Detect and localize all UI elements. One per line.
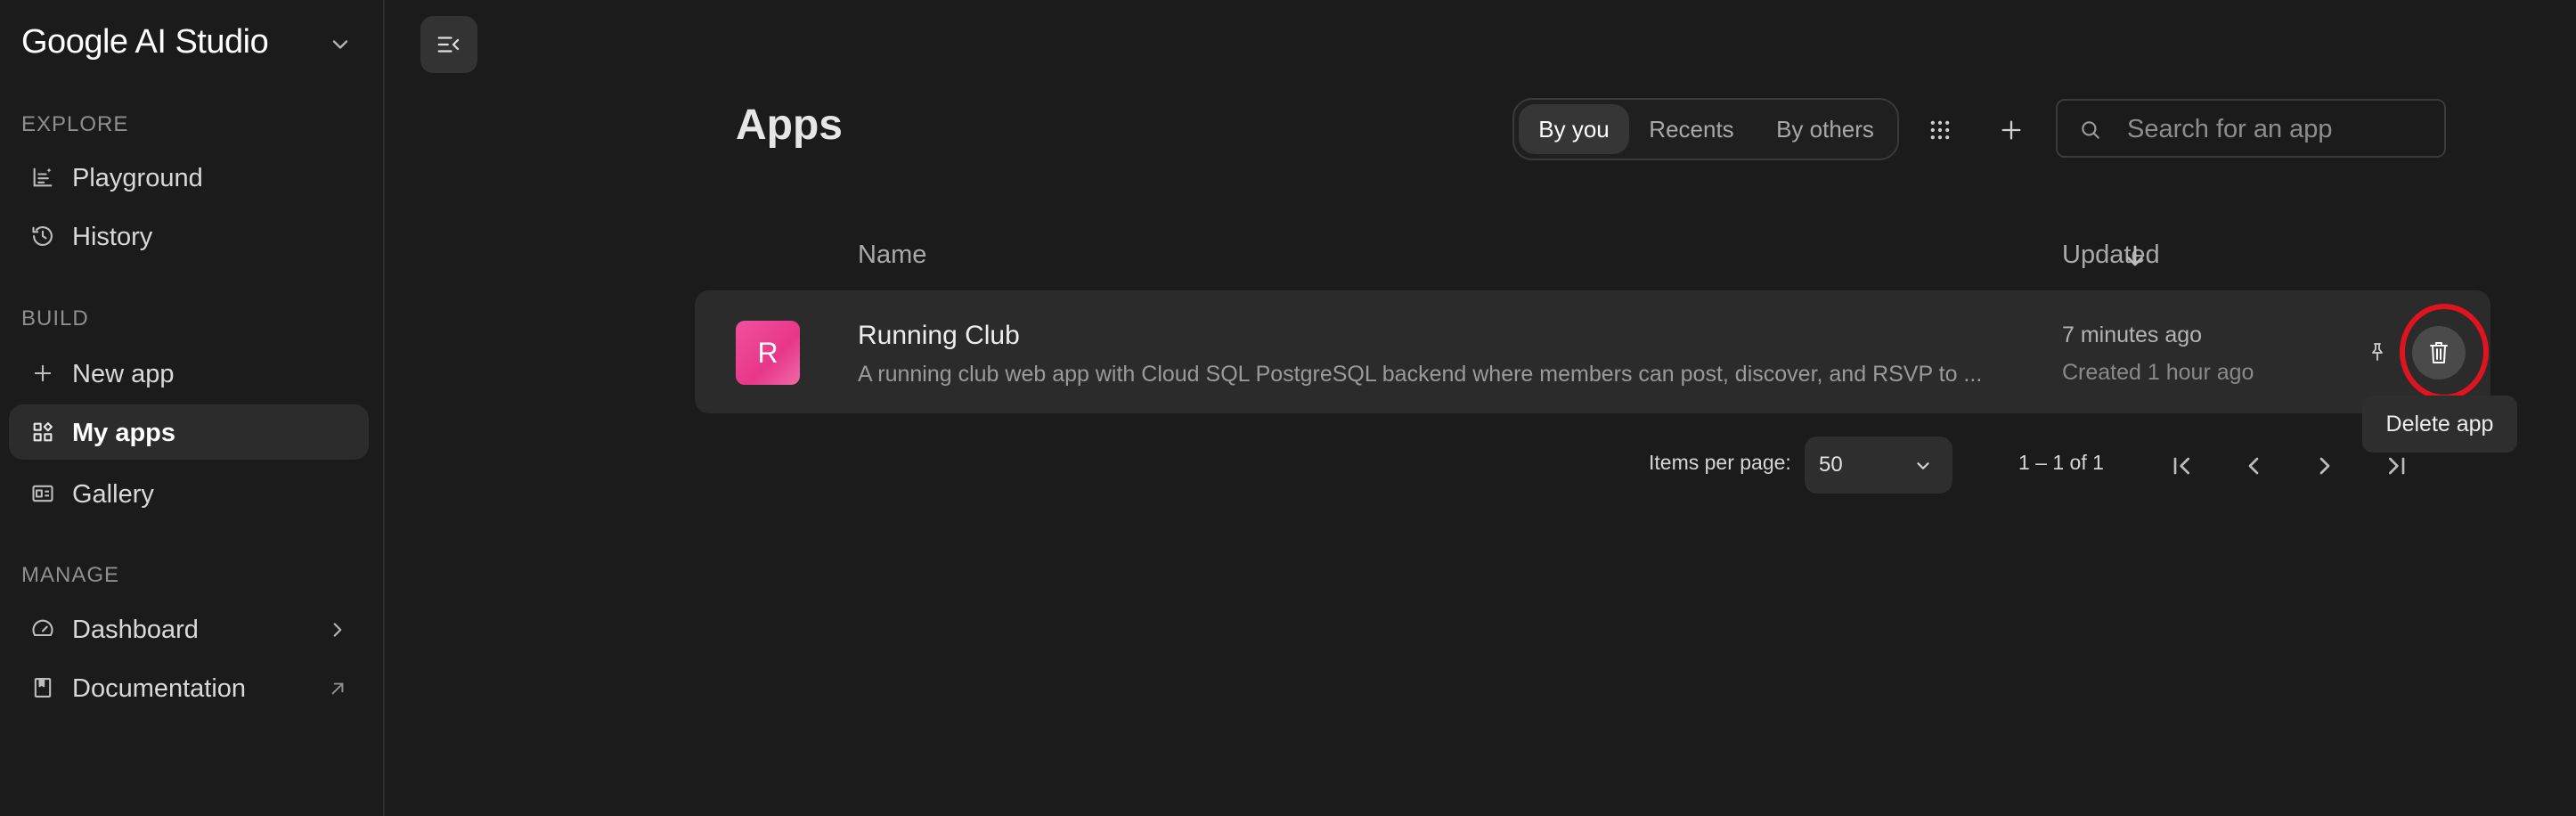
grid-icon (30, 420, 55, 445)
pin-button[interactable] (2360, 335, 2394, 369)
gallery-icon (30, 481, 55, 506)
history-icon (30, 224, 55, 249)
sidebar-item-documentation[interactable]: Documentation (9, 660, 369, 715)
table-row[interactable]: R Running Club A running club web app wi… (695, 290, 2490, 413)
first-page-icon (2173, 457, 2189, 475)
chevron-down-icon (1917, 462, 1929, 469)
sidebar-item-label: Gallery (72, 480, 154, 509)
arrow-down-icon[interactable] (2122, 242, 2148, 269)
chevron-right-icon (326, 618, 349, 641)
apps-grid-icon (1930, 120, 1950, 140)
sidebar-item-label: Playground (72, 164, 203, 192)
app-description: A running club web app with Cloud SQL Po… (858, 362, 1983, 387)
filter-recents[interactable]: Recents (1640, 104, 1743, 154)
sidebar-item-label: Dashboard (72, 616, 199, 644)
collapse-sidebar-button[interactable] (420, 16, 477, 73)
highlight-circle (2400, 304, 2489, 400)
search-box (2056, 99, 2446, 158)
book-icon (30, 675, 55, 700)
pagination-range: 1 – 1 of 1 (2018, 451, 2104, 474)
brand-title[interactable]: Google AI Studio (21, 23, 269, 61)
sidebar-item-gallery[interactable]: Gallery (9, 466, 369, 521)
gauge-icon (30, 616, 55, 641)
sidebar-item-new-app[interactable]: New app (9, 346, 369, 401)
app-avatar: R (736, 321, 800, 385)
column-header-name[interactable]: Name (858, 241, 926, 270)
search-input[interactable] (2127, 108, 2430, 151)
last-page-icon (2389, 457, 2405, 475)
section-label-explore: EXPLORE (21, 112, 129, 136)
chevron-left-icon (2248, 457, 2259, 475)
sidebar: Google AI Studio EXPLORE Playground Hist… (0, 0, 385, 816)
plus-icon (30, 361, 55, 386)
grid-view-button[interactable] (1917, 107, 1963, 153)
filter-segmented-control: By you Recents By others (1512, 98, 1899, 160)
app-updated: 7 minutes ago (2062, 322, 2203, 347)
sidebar-item-label: Documentation (72, 674, 247, 703)
sidebar-item-label: My apps (72, 419, 176, 447)
items-per-page-value: 50 (1819, 453, 1843, 477)
sidebar-item-label: New app (72, 360, 175, 388)
playground-icon (30, 165, 55, 190)
sidebar-item-dashboard[interactable]: Dashboard (9, 601, 369, 657)
sidebar-item-my-apps[interactable]: My apps (9, 404, 369, 460)
app-created: Created 1 hour ago (2062, 360, 2254, 385)
chevron-right-icon (2319, 457, 2330, 475)
previous-page-button[interactable] (2233, 445, 2274, 486)
sidebar-item-playground[interactable]: Playground (9, 150, 369, 205)
page-title: Apps (736, 102, 843, 149)
pin-icon (2372, 343, 2383, 361)
sidebar-item-history[interactable]: History (9, 208, 369, 264)
section-label-build: BUILD (21, 306, 89, 330)
menu-collapse-icon (437, 37, 460, 53)
items-per-page-label: Items per page: (1649, 451, 1791, 474)
items-per-page-select[interactable]: 50 (1805, 437, 1952, 494)
sidebar-item-label: History (72, 223, 153, 251)
external-link-icon (326, 677, 349, 700)
chevron-down-icon[interactable] (328, 32, 353, 57)
plus-icon (2001, 120, 2021, 140)
next-page-button[interactable] (2304, 445, 2345, 486)
app-name[interactable]: Running Club (858, 321, 1020, 351)
delete-app-tooltip: Delete app (2362, 396, 2517, 453)
last-page-button[interactable] (2376, 445, 2417, 486)
filter-by-others[interactable]: By others (1755, 104, 1895, 154)
first-page-button[interactable] (2162, 445, 2203, 486)
search-icon (2082, 121, 2099, 139)
section-label-manage: MANAGE (21, 563, 120, 587)
filter-by-you[interactable]: By you (1519, 104, 1629, 154)
create-app-button[interactable] (1988, 107, 2034, 153)
